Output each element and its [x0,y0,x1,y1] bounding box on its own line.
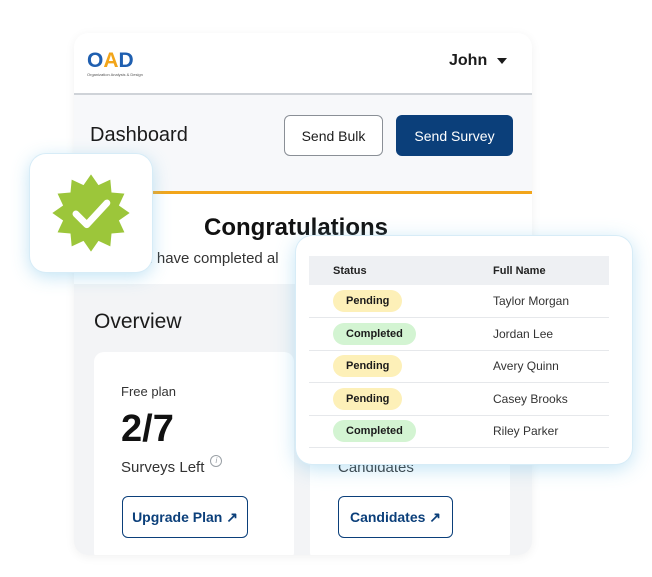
table-row[interactable]: Completed Jordan Lee [309,317,609,351]
table-row[interactable]: Pending Avery Quinn [309,350,609,383]
table-row[interactable]: Completed Riley Parker [309,415,609,448]
full-name-cell: Taylor Morgan [467,285,609,318]
upgrade-plan-button[interactable]: Upgrade Plan ↗ [122,496,248,538]
table-header-row: Status Full Name [309,256,609,285]
candidates-button[interactable]: Candidates ↗ [338,496,453,538]
top-bar: OAD Organization Analysis & Design John [74,33,532,95]
verified-badge-card [30,154,152,272]
send-survey-button[interactable]: Send Survey [396,115,513,156]
plan-label: Free plan [121,384,176,399]
table-row[interactable]: Pending Casey Brooks [309,382,609,416]
chevron-down-icon [497,58,508,64]
send-bulk-button[interactable]: Send Bulk [284,115,383,156]
status-badge: Pending [333,290,403,312]
survey-status-table-card: Status Full Name Pending Taylor Morgan C… [296,236,632,464]
congratulations-subtitle: ou have completed al [136,250,279,267]
surveys-left-count: 2/7 [121,408,174,450]
user-name: John [449,52,488,69]
status-badge: Pending [333,387,403,410]
logo-tagline: Organization Analysis & Design [87,72,143,77]
full-name-cell: Jordan Lee [467,317,609,351]
verified-check-icon [52,174,130,252]
status-column-header[interactable]: Status [309,256,467,285]
oad-logo[interactable]: OAD Organization Analysis & Design [87,50,147,81]
survey-status-table: Status Full Name Pending Taylor Morgan C… [309,256,609,448]
status-badge: Completed [333,420,416,443]
surveys-left-label: Surveys Left [121,459,205,476]
user-menu[interactable]: John [449,52,508,70]
table-row[interactable]: Pending Taylor Morgan [309,285,609,318]
info-icon[interactable]: i [210,455,223,467]
status-badge: Pending [333,355,403,378]
overview-title: Overview [94,310,182,333]
plan-card: Free plan 2/7 Surveys Left i Upgrade Pla… [94,352,294,555]
status-badge: Completed [333,322,416,345]
full-name-cell: Riley Parker [467,415,609,448]
full-name-cell: Avery Quinn [467,350,609,383]
page-title: Dashboard [90,124,188,146]
full-name-column-header[interactable]: Full Name [467,256,609,285]
full-name-cell: Casey Brooks [467,382,609,416]
